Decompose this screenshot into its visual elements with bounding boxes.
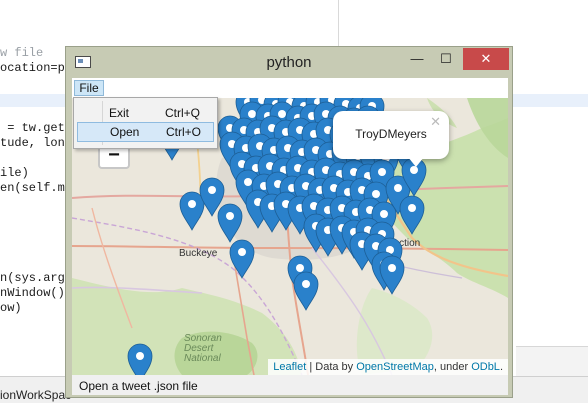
editor-bottom-label: ionWorkSpac [0, 388, 72, 402]
menubar: File [72, 78, 508, 98]
popup-tip [408, 157, 424, 167]
menu-item-shortcut: Ctrl+Q [165, 106, 201, 120]
editor-line: w file [0, 46, 44, 60]
map-marker-icon[interactable] [217, 203, 243, 243]
map-marker-icon[interactable] [399, 195, 425, 235]
statusbar: Open a tweet .json file [72, 375, 508, 395]
editor-line: n(sys.argv [0, 271, 73, 285]
openstreetmap-link[interactable]: OpenStreetMap [356, 361, 434, 373]
editor-line: ow) [0, 301, 22, 315]
leaflet-link[interactable]: Leaflet [273, 361, 306, 373]
maximize-button[interactable]: ☐ [432, 48, 460, 70]
menu-item-label: Open [110, 125, 140, 139]
menu-item-open[interactable]: Open Ctrl+O [77, 122, 214, 142]
editor-line: ile) [0, 166, 29, 180]
marker-popup: TroyDMeyers ✕ [333, 111, 449, 167]
editor-margin-line [338, 0, 339, 46]
editor-line: = tw.getR [0, 121, 73, 135]
popup-close-icon[interactable]: ✕ [430, 114, 441, 130]
menu-item-shortcut: Ctrl+O [166, 125, 202, 139]
map-marker-icon[interactable] [293, 271, 319, 311]
close-button[interactable]: ✕ [463, 48, 509, 70]
editor-line: en(self.ma [0, 181, 73, 195]
file-menu-dropdown: Exit Ctrl+Q Open Ctrl+O [73, 97, 218, 149]
map-marker-icon[interactable] [127, 343, 153, 375]
map-marker-icon[interactable] [229, 239, 255, 279]
window-titlebar[interactable]: python — ☐ ✕ [66, 47, 512, 77]
editor-line: tude, long [0, 136, 73, 150]
attrib-under: , under [433, 361, 472, 373]
status-text: Open a tweet .json file [79, 379, 198, 393]
attrib-data-by: | Data by [306, 361, 357, 373]
editor-line: nWindow() [0, 286, 65, 300]
minimize-button[interactable]: — [403, 48, 431, 70]
menu-file[interactable]: File [74, 80, 104, 96]
map-attribution: Leaflet | Data by OpenStreetMap, under O… [268, 359, 508, 375]
menu-item-exit[interactable]: Exit Ctrl+Q [77, 103, 214, 123]
attrib-end: . [499, 361, 503, 373]
map-marker-icon[interactable] [179, 191, 205, 231]
editor-line: ocation=ph [0, 61, 73, 75]
menu-item-label: Exit [109, 106, 130, 120]
odbl-link[interactable]: ODbL [471, 361, 500, 373]
editor-scroll-area [516, 346, 588, 377]
